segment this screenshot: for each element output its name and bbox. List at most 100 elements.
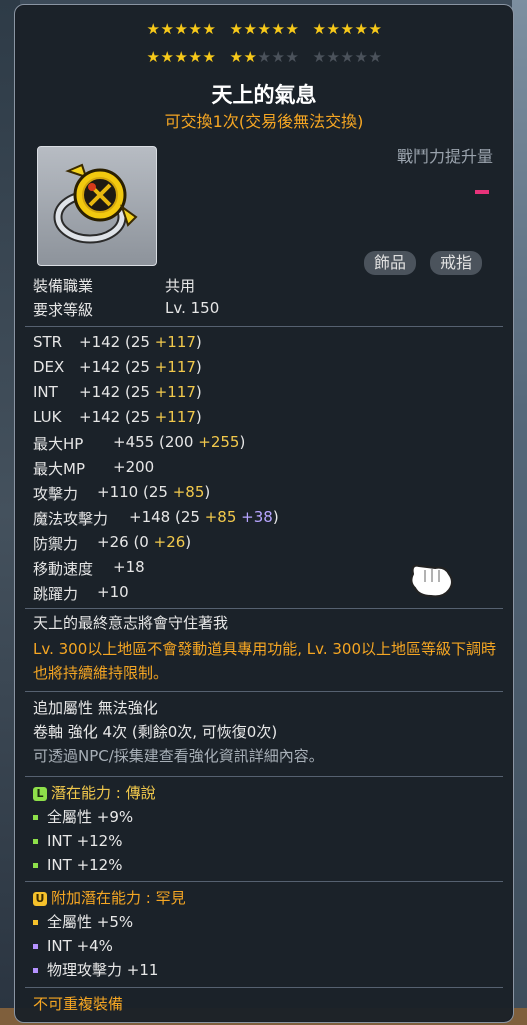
star-filled-icon: ★ (229, 20, 243, 38)
stat-base: (0 (133, 533, 149, 551)
stat-base: (25 (124, 358, 150, 376)
star-filled-icon: ★ (354, 20, 368, 38)
flavor-text: 天上的最終意志將會守住著我 (33, 614, 229, 632)
potential-line-text: INT +12% (47, 832, 123, 850)
potential-line: INT +12% (33, 853, 503, 877)
stat-value: +142 (25 +117) (79, 408, 202, 426)
stat-close: ) (272, 508, 279, 526)
stat-total: +148 (129, 508, 171, 526)
divider (25, 881, 503, 882)
rare-grade-icon: U (33, 891, 47, 906)
stat-row: STR +142 (25 +117) (33, 333, 202, 351)
stat-value: +142 (25 +117) (79, 333, 202, 351)
req-job-row: 裝備職業 共用 (33, 275, 195, 296)
stat-close: ) (185, 533, 192, 551)
stat-close: ) (239, 433, 246, 451)
star-filled-icon: ★ (368, 20, 382, 38)
star-filled-icon: ★ (146, 20, 160, 38)
stat-total: +142 (79, 333, 121, 351)
potential-header: L 潛在能力 : 傳說 (33, 781, 503, 805)
stat-label: INT (33, 383, 58, 401)
stat-base: (25 (142, 483, 168, 501)
trade-note: 可交換1次(交易後無法交換) (164, 112, 364, 131)
star-filled-icon: ★ (340, 20, 354, 38)
stat-label: 最大HP (33, 435, 84, 453)
stat-base: (25 (124, 333, 150, 351)
stat-bonus: +26 (153, 533, 186, 551)
stat-total: +110 (97, 483, 139, 501)
stat-value: +18 (113, 558, 145, 576)
star-filled-icon: ★ (202, 48, 216, 66)
stat-base: (25 (124, 383, 150, 401)
stat-close: ) (195, 383, 202, 401)
star-filled-icon: ★ (229, 48, 243, 66)
stat-bonus: +85 (204, 508, 237, 526)
star-filled-icon: ★ (243, 20, 257, 38)
stat-bonus: +117 (154, 408, 196, 426)
star-empty-icon: ★ (354, 48, 368, 66)
star-filled-icon: ★ (188, 48, 202, 66)
potential-line: 全屬性 +5% (33, 910, 503, 934)
stat-total: +455 (113, 433, 155, 451)
stat-total: +26 (97, 533, 129, 551)
star-empty-icon: ★ (285, 48, 299, 66)
region-restriction-note: Lv. 300以上地區不會發動道具專用功能, Lv. 300以上地區等級下調時也… (33, 640, 497, 682)
stat-label: STR (33, 333, 63, 351)
stat-total: +142 (79, 383, 121, 401)
stat-row: INT +142 (25 +117) (33, 383, 202, 401)
star-empty-icon: ★ (257, 48, 271, 66)
extra-attribute: 追加屬性 無法強化 (33, 699, 158, 717)
stat-close: ) (195, 333, 202, 351)
star-filled-icon: ★ (146, 48, 160, 66)
stat-total: +142 (79, 358, 121, 376)
bullet-icon (33, 968, 38, 973)
stat-row: LUK +142 (25 +117) (33, 408, 202, 426)
star-filled-icon: ★ (257, 20, 271, 38)
stat-label: 最大MP (33, 460, 85, 478)
star-filled-icon: ★ (243, 48, 257, 66)
item-tooltip: ★ ★ ★ ★ ★ ★ ★ ★ ★ ★ ★ ★ ★ ★ ★ ★ ★ ★ ★ ★ ★ ★ ★ ★ ★ ★ ★ ★ ★ ★ 天上的氣息 可交… (14, 4, 514, 1023)
bullet-icon (33, 944, 38, 949)
req-job-value: 共用 (165, 277, 196, 295)
stat-label: LUK (33, 408, 62, 426)
stat-label: 移動速度 (33, 560, 94, 578)
potential-line-text: 物理攻擊力 +11 (47, 961, 159, 979)
star-filled-icon: ★ (174, 48, 188, 66)
potential-line-text: 全屬性 +5% (47, 913, 134, 931)
combat-power-label: 戰鬥力提升量 (396, 147, 493, 166)
star-empty-icon: ★ (368, 48, 382, 66)
scroll-upgrade-info: 卷軸 強化 4次 (剩餘0次, 可恢復0次) (33, 723, 278, 741)
star-filled-icon: ★ (160, 20, 174, 38)
stat-extra: +38 (241, 508, 273, 526)
stat-row: 魔法攻擊力 +148 (25 +85 +38) (33, 508, 279, 529)
stat-label: 跳躍力 (33, 585, 79, 603)
stat-bonus: +117 (154, 358, 196, 376)
star-empty-icon: ★ (326, 48, 340, 66)
potential-line-text: INT +12% (47, 856, 123, 874)
category-tag-ring: 戒指 (430, 251, 483, 275)
potential-line-text: 全屬性 +9% (47, 808, 134, 826)
bullet-icon (33, 920, 38, 925)
golden-shield-ring-icon (53, 163, 138, 244)
star-force-row-2: ★ ★ ★ ★ ★ ★ ★ ★ ★ ★ ★ ★ ★ ★ ★ (15, 49, 513, 65)
stat-total: +10 (97, 583, 129, 601)
stat-total: +18 (113, 558, 145, 576)
stat-row: DEX +142 (25 +117) (33, 358, 202, 376)
star-filled-icon: ★ (326, 20, 340, 38)
req-level-label: 要求等級 (33, 301, 94, 319)
stat-value: +26 (0 +26) (97, 533, 191, 551)
category-tag-accessory: 飾品 (364, 251, 417, 275)
stat-value: +142 (25 +117) (79, 358, 202, 376)
unique-equip-note: 不可重複裝備 (33, 995, 124, 1013)
stat-bonus: +255 (198, 433, 240, 451)
divider (25, 776, 503, 777)
potential-line: INT +12% (33, 829, 503, 853)
stat-close: ) (195, 358, 202, 376)
item-name: 天上的氣息 (211, 83, 317, 107)
req-level-row: 要求等級 Lv. 150 (33, 299, 219, 320)
divider (25, 987, 503, 988)
star-empty-icon: ★ (340, 48, 354, 66)
npc-enhance-note: 可透過NPC/採集建查看強化資訊詳細內容。 (33, 747, 324, 765)
star-filled-icon: ★ (174, 20, 188, 38)
stat-total: +142 (79, 408, 121, 426)
